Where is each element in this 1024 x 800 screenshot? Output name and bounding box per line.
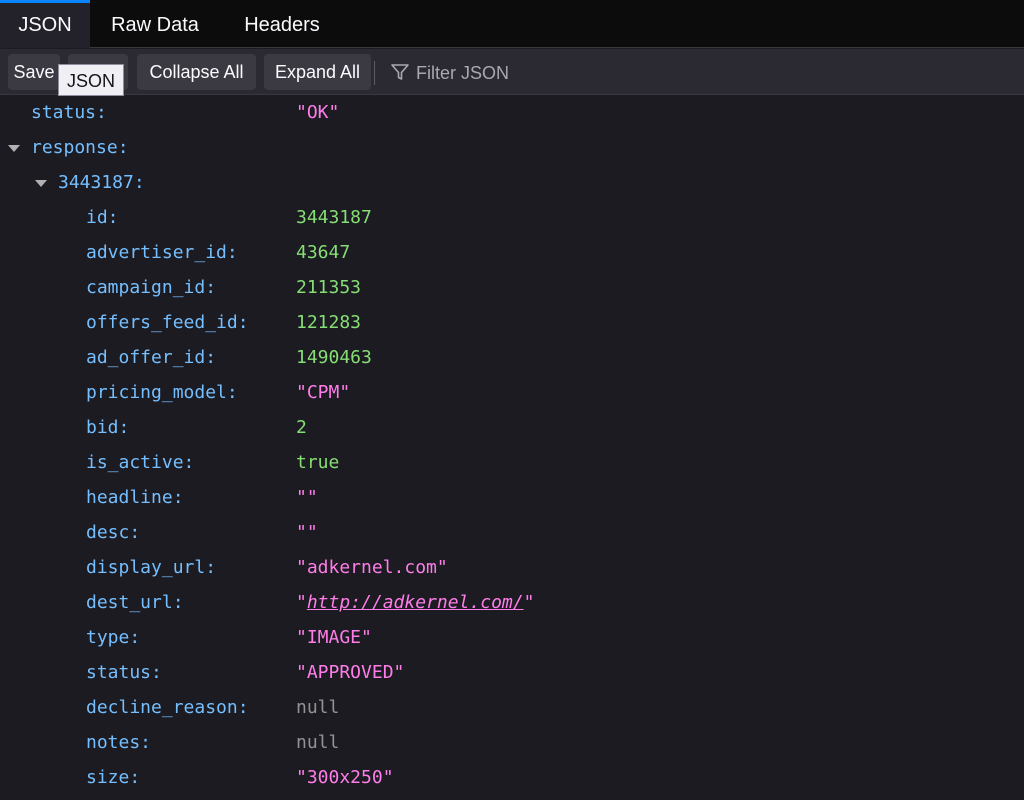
json-value: "IMAGE" [296,627,372,648]
json-row-type[interactable]: type: "IMAGE" [0,620,1024,655]
json-row-size[interactable]: size: "300x250" [0,760,1024,795]
json-row-status[interactable]: status: "APPROVED" [0,655,1024,690]
json-tree: status: "OK" response: 3443187: id: 34431… [0,95,1024,800]
json-row-is-active[interactable]: is_active: true [0,445,1024,480]
json-value: "http://adkernel.com/" [296,585,534,620]
json-row-id[interactable]: id: 3443187 [0,200,1024,235]
json-value: true [296,452,340,473]
json-row-item[interactable]: 3443187: [0,165,1024,200]
json-key: display_url: [86,557,217,578]
json-row-display-url[interactable]: display_url: "adkernel.com" [0,550,1024,585]
json-key: desc: [86,522,141,543]
tab-headers[interactable]: Headers [226,0,338,48]
json-row-decline-reason[interactable]: decline_reason: null [0,690,1024,725]
json-row-response[interactable]: response: [0,130,1024,165]
filter-json-input[interactable] [414,55,978,91]
json-value: 1490463 [296,347,372,368]
json-row-bid[interactable]: bid: 2 [0,410,1024,445]
json-value: 121283 [296,312,362,333]
json-key: status: [31,102,107,123]
json-key: advertiser_id: [86,242,238,263]
json-row-advertiser-id[interactable]: advertiser_id: 43647 [0,235,1024,270]
json-value: "APPROVED" [296,662,405,683]
json-key: offers_feed_id: [86,312,249,333]
json-key: size: [86,767,141,788]
json-key: is_active: [86,452,195,473]
tooltip: JSON [58,64,124,96]
quote-mark: " [523,592,535,613]
json-value: "adkernel.com" [296,557,448,578]
json-key: id: [86,207,119,228]
json-key: headline: [86,487,184,508]
json-key: 3443187: [58,172,145,193]
dest-url-link[interactable]: http://adkernel.com/ [307,592,524,613]
quote-mark: " [296,592,307,613]
tab-json[interactable]: JSON [0,0,90,48]
json-value: 3443187 [296,207,372,228]
json-key: dest_url: [86,592,184,613]
json-value: 211353 [296,277,362,298]
json-key: pricing_model: [86,382,238,403]
json-row-desc[interactable]: desc: "" [0,515,1024,550]
json-key: type: [86,627,141,648]
json-value: null [296,697,340,718]
json-key: notes: [86,732,152,753]
expand-toggle-icon[interactable] [35,180,47,187]
json-row-offers-feed-id[interactable]: offers_feed_id: 121283 [0,305,1024,340]
json-row-ad-offer-id[interactable]: ad_offer_id: 1490463 [0,340,1024,375]
json-key: bid: [86,417,130,438]
collapse-all-button[interactable]: Collapse All [137,54,256,90]
json-row-campaign-id[interactable]: campaign_id: 211353 [0,270,1024,305]
json-row-pricing-model[interactable]: pricing_model: "CPM" [0,375,1024,410]
json-value: "CPM" [296,382,351,403]
toolbar-divider [374,61,375,85]
json-row-headline[interactable]: headline: "" [0,480,1024,515]
json-value: "300x250" [296,767,394,788]
json-key: decline_reason: [86,697,249,718]
filter-icon [391,64,409,80]
save-button[interactable]: Save [8,54,60,90]
json-key: status: [86,662,162,683]
json-value: "" [296,487,318,508]
json-value: "" [296,522,318,543]
expand-all-button[interactable]: Expand All [264,54,371,90]
toolbar: Save Collapse All Expand All [0,49,1024,95]
json-key: ad_offer_id: [86,347,217,368]
json-row-notes[interactable]: notes: null [0,725,1024,760]
tab-bar: JSON Raw Data Headers [0,0,1024,48]
json-value: null [296,732,340,753]
tab-raw-data[interactable]: Raw Data [96,0,214,48]
json-key: campaign_id: [86,277,217,298]
json-row-status[interactable]: status: "OK" [0,95,1024,130]
json-value: "OK" [296,102,340,123]
json-value: 2 [296,417,307,438]
json-row-dest-url[interactable]: dest_url: "http://adkernel.com/" [0,585,1024,620]
json-value: 43647 [296,242,351,263]
json-key: response: [31,137,129,158]
expand-toggle-icon[interactable] [8,145,20,152]
